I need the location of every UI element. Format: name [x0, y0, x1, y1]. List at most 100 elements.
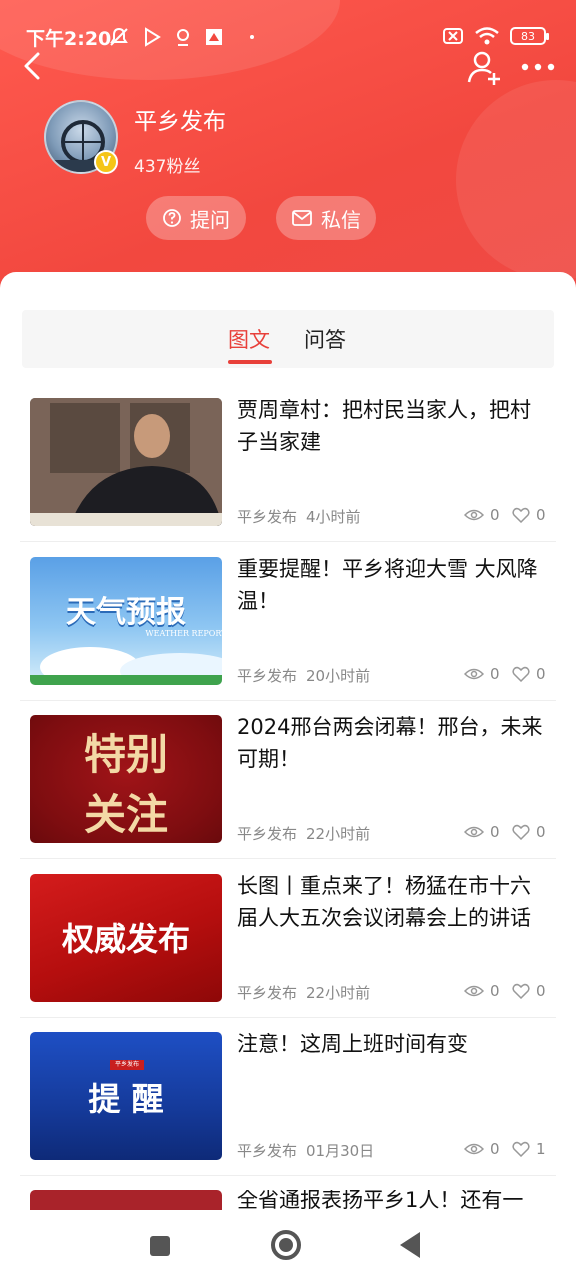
eye-icon [464, 826, 484, 838]
back-arrow-icon[interactable] [18, 50, 50, 82]
heart-icon [512, 507, 530, 523]
views-count: 0 [490, 665, 500, 683]
message-button[interactable]: 私信 [276, 196, 376, 240]
account-name: 平乡发布 [134, 109, 226, 135]
tab-qa[interactable]: 问答 [304, 324, 346, 354]
article-item[interactable]: 权威发布 长图丨重点来了！杨猛在市十六届人大五次会议闭幕会上的讲话 平乡发布 2… [20, 874, 556, 1032]
views-count: 0 [490, 823, 500, 841]
location-icon [177, 29, 189, 46]
wifi-icon [475, 27, 499, 45]
article-likes[interactable]: 1 [512, 1140, 546, 1158]
thumbnail-tag: 平乡发布 [110, 1060, 144, 1070]
article-thumbnail: 权威发布 [30, 874, 222, 1002]
header-decoration [456, 80, 576, 280]
tab-bar: 图文 问答 [22, 310, 554, 368]
play-store-icon [145, 27, 161, 47]
likes-count: 0 [536, 823, 546, 841]
battery-icon: 83 [510, 27, 549, 45]
status-bar: 下午2:20 83 [0, 20, 576, 54]
article-source: 平乡发布 [237, 508, 298, 526]
home-button[interactable] [271, 1230, 301, 1260]
mute-icon [110, 27, 128, 46]
views-count: 0 [490, 982, 500, 1000]
article-thumbnail [30, 1190, 222, 1210]
article-views: 0 [464, 1140, 500, 1158]
heart-icon [512, 983, 530, 999]
article-item[interactable]: 特别 关注 2024邢台两会闭幕！邢台，未来可期！ 平乡发布 22小时前 0 0 [20, 715, 556, 873]
article-time: 22小时前 [306, 984, 371, 1002]
article-time: 20小时前 [306, 667, 371, 685]
article-views: 0 [464, 506, 500, 524]
tab-articles[interactable]: 图文 [228, 324, 270, 354]
views-count: 0 [490, 1140, 500, 1158]
article-item[interactable]: 全省通报表扬平乡1人！还有一 [20, 1190, 556, 1210]
heart-icon [512, 666, 530, 682]
article-thumbnail: 天气预报 WEATHER REPORT [30, 557, 222, 685]
article-likes[interactable]: 0 [512, 665, 546, 683]
likes-count: 0 [536, 506, 546, 524]
article-views: 0 [464, 823, 500, 841]
thumbnail-text: 特别 [83, 730, 168, 779]
article-source: 平乡发布 [237, 667, 298, 685]
divider [20, 1017, 556, 1018]
more-options-icon[interactable] [518, 52, 558, 82]
recents-button[interactable] [150, 1236, 170, 1256]
add-follow-icon[interactable] [466, 50, 502, 86]
sim-off-icon [443, 28, 463, 44]
article-views: 0 [464, 982, 500, 1000]
thumbnail-text: 权威发布 [61, 920, 190, 958]
divider [20, 541, 556, 542]
article-item[interactable]: 天气预报 WEATHER REPORT 重要提醒！平乡将迎大雪 大风降温！ 平乡… [20, 557, 556, 715]
ask-button[interactable]: 提问 [146, 196, 246, 240]
article-title: 长图丨重点来了！杨猛在市十六届人大五次会议闭幕会上的讲话 [237, 874, 531, 930]
heart-icon [512, 1141, 530, 1157]
status-icons-left [108, 26, 254, 48]
article-likes[interactable]: 0 [512, 823, 546, 841]
article-time: 22小时前 [306, 825, 371, 843]
article-title: 全省通报表扬平乡1人！还有一 [237, 1190, 524, 1210]
article-title: 贾周章村：把村民当家人，把村子当家建 [237, 398, 531, 454]
heart-icon [512, 824, 530, 840]
article-time: 01月30日 [306, 1142, 375, 1160]
back-button[interactable] [400, 1232, 420, 1258]
article-source: 平乡发布 [237, 1142, 298, 1160]
eye-icon [464, 1143, 484, 1155]
divider [20, 700, 556, 701]
divider [20, 858, 556, 859]
status-icons-right: 83 [442, 26, 549, 46]
article-item[interactable]: 贾周章村：把村民当家人，把村子当家建 平乡发布 4小时前 0 0 [20, 398, 556, 556]
article-title: 2024邢台两会闭幕！邢台，未来可期！ [237, 715, 543, 771]
status-time: 下午2:20 [26, 28, 112, 50]
article-time: 4小时前 [306, 508, 361, 526]
app-notification-icon [206, 29, 222, 45]
thumbnail-text: 提 醒 [88, 1080, 164, 1118]
article-views: 0 [464, 665, 500, 683]
eye-icon [464, 668, 484, 680]
article-thumbnail: 平乡发布 提 醒 [30, 1032, 222, 1160]
article-title: 重要提醒！平乡将迎大雪 大风降温！ [237, 557, 538, 613]
ask-label: 提问 [190, 207, 230, 232]
article-likes[interactable]: 0 [512, 506, 546, 524]
question-icon [163, 209, 181, 227]
views-count: 0 [490, 506, 500, 524]
likes-count: 0 [536, 982, 546, 1000]
message-label: 私信 [321, 207, 361, 232]
mail-icon [292, 210, 312, 226]
thumbnail-text: 关注 [83, 790, 168, 839]
tab-indicator [228, 360, 272, 364]
article-thumbnail [30, 398, 222, 526]
verified-badge: V [94, 150, 118, 174]
article-likes[interactable]: 0 [512, 982, 546, 1000]
divider [20, 1175, 556, 1176]
likes-count: 1 [536, 1140, 546, 1158]
likes-count: 0 [536, 665, 546, 683]
dot-icon [250, 35, 254, 39]
system-nav-bar [0, 1210, 576, 1280]
profile-header: 下午2:20 83 V 平乡发布 437粉丝 提问 私信 [0, 0, 576, 300]
article-title: 注意！这周上班时间有变 [237, 1032, 468, 1056]
fans-count: 437粉丝 [134, 157, 201, 177]
eye-icon [464, 985, 484, 997]
article-item[interactable]: 平乡发布 提 醒 注意！这周上班时间有变 平乡发布 01月30日 0 1 [20, 1032, 556, 1190]
thumbnail-text: 天气预报 [66, 595, 186, 630]
article-source: 平乡发布 [237, 825, 298, 843]
